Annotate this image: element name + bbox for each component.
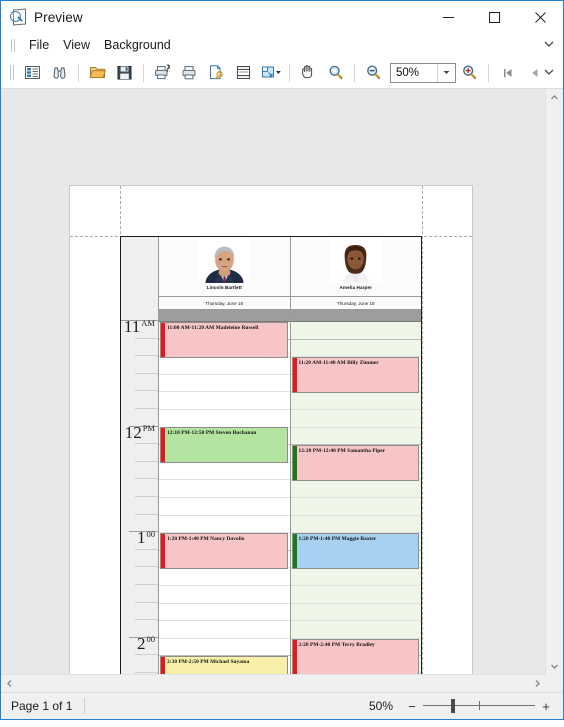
- appointment-label: 1:20 PM-1:40 PM Maggie Baxter: [298, 535, 377, 542]
- appointment-label: 12:20 PM-12:40 PM Samantha Piper: [298, 447, 386, 454]
- portrait-amelia-harper: [329, 239, 383, 283]
- status-divider: [84, 698, 86, 714]
- time-label-11am: 11AM: [123, 317, 155, 336]
- save-floppy-icon[interactable]: [111, 59, 138, 86]
- magnifier-tool-icon[interactable]: [322, 59, 349, 86]
- scroll-left-icon[interactable]: [1, 675, 18, 692]
- margin-guide-right: [422, 186, 423, 692]
- resource-column-amelia-harper: Amelia Harper Thursday, June 18 11:20 AM…: [290, 237, 421, 692]
- resource-date: Thursday, June 18: [290, 297, 421, 310]
- all-day-band: [159, 310, 290, 322]
- page-setup-icon[interactable]: [203, 59, 230, 86]
- zoom-slider-thumb[interactable]: [451, 699, 455, 713]
- schedule-report: 11AM 12PM 100 200 Lincoln Bartlett Thurs…: [120, 236, 422, 692]
- appointment-block[interactable]: 1:20 PM-1:40 PM Maggie Baxter: [291, 533, 419, 569]
- appointment-label: 11:00 AM-11:20 AM Madeleine Russell: [167, 324, 259, 331]
- preview-window: Preview File View Background 50% 11AM 12…: [0, 0, 564, 720]
- portrait-lincoln-bartlett: [197, 239, 251, 283]
- menu-file[interactable]: File: [22, 35, 56, 55]
- time-label-2pm: 200: [137, 633, 155, 653]
- appointment-label: 1:20 PM-1:40 PM Nancy Davolio: [167, 535, 245, 542]
- zoom-slider[interactable]: − +: [405, 699, 553, 714]
- title-bar: Preview: [1, 1, 563, 33]
- menu-drag-handle[interactable]: [11, 38, 15, 52]
- print-dialog-icon[interactable]: [149, 59, 176, 86]
- menu-view[interactable]: View: [56, 35, 97, 55]
- appointment-label: 2:20 PM-2:40 PM Terry Bradley: [298, 641, 375, 648]
- scale-icon[interactable]: [257, 59, 284, 86]
- appointment-block[interactable]: 11:20 AM-11:40 AM Billy Zimmer: [291, 357, 419, 393]
- resource-header: Amelia Harper: [290, 237, 421, 297]
- appointment-block[interactable]: 12:20 PM-12:40 PM Samantha Piper: [291, 445, 419, 481]
- hand-tool-icon[interactable]: [295, 59, 322, 86]
- zoom-slider-midpoint-tick: [479, 701, 480, 710]
- appointment-label: 12:10 PM-12:50 PM Steven Buchanan: [167, 429, 257, 436]
- menu-overflow-chevron-down-icon[interactable]: [543, 37, 555, 55]
- close-button[interactable]: [517, 1, 563, 33]
- horizontal-scrollbar[interactable]: [1, 674, 546, 692]
- window-controls: [425, 1, 563, 33]
- appointment-block[interactable]: 12:10 PM-12:50 PM Steven Buchanan: [160, 427, 288, 463]
- zoom-in-button[interactable]: +: [539, 699, 553, 714]
- menu-background[interactable]: Background: [97, 35, 178, 55]
- all-day-band: [290, 310, 421, 322]
- zoom-percent-label: 50%: [368, 699, 393, 713]
- window-title: Preview: [34, 9, 83, 25]
- open-folder-icon[interactable]: [84, 59, 111, 86]
- vertical-scrollbar[interactable]: [545, 89, 563, 675]
- find-binoculars-icon[interactable]: [46, 59, 73, 86]
- zoom-slider-track[interactable]: [423, 699, 535, 713]
- zoom-out-icon[interactable]: [360, 59, 387, 86]
- toolbar-overflow-chevron-down-icon[interactable]: [543, 65, 555, 83]
- zoom-in-icon[interactable]: [456, 59, 483, 86]
- resource-name: Amelia Harper: [339, 285, 372, 290]
- zoom-combo-box[interactable]: 50%: [390, 62, 456, 83]
- status-bar: Page 1 of 1 50% − +: [1, 692, 563, 719]
- time-label-12pm: 12PM: [124, 422, 155, 442]
- resource-date: Thursday, June 18: [159, 297, 290, 310]
- appointment-grid[interactable]: 11:20 AM-11:40 AM Billy Zimmer 12:20 PM-…: [290, 322, 421, 692]
- scroll-up-icon[interactable]: [546, 89, 563, 106]
- appointment-block[interactable]: 2:20 PM-2:40 PM Terry Bradley: [291, 639, 419, 675]
- resource-column-lincoln-bartlett: Lincoln Bartlett Thursday, June 18 11:00…: [159, 237, 291, 692]
- printed-page: 11AM 12PM 100 200 Lincoln Bartlett Thurs…: [69, 185, 473, 692]
- maximize-button[interactable]: [471, 1, 517, 33]
- scroll-right-icon[interactable]: [529, 675, 546, 692]
- menu-bar: File View Background: [1, 33, 563, 57]
- tool-bar: 50%: [1, 57, 563, 89]
- quick-print-icon[interactable]: [176, 59, 203, 86]
- document-map-icon[interactable]: [19, 59, 46, 86]
- preview-document-icon: [10, 8, 28, 26]
- zoom-combo-value: 50%: [396, 66, 420, 79]
- time-ruler: 11AM 12PM 100 200: [121, 237, 159, 692]
- header-footer-icon[interactable]: [230, 59, 257, 86]
- resource-name: Lincoln Bartlett: [206, 285, 242, 290]
- scrollbar-corner: [546, 675, 563, 692]
- date-text: Thursday, June 18: [205, 300, 244, 306]
- appointment-block[interactable]: 1:20 PM-1:40 PM Nancy Davolio: [160, 533, 288, 569]
- appointment-block[interactable]: 11:00 AM-11:20 AM Madeleine Russell: [160, 322, 288, 358]
- page-indicator: Page 1 of 1: [11, 699, 73, 713]
- first-page-icon[interactable]: [494, 59, 521, 86]
- zoom-out-button[interactable]: −: [405, 699, 419, 714]
- preview-canvas[interactable]: 11AM 12PM 100 200 Lincoln Bartlett Thurs…: [1, 89, 563, 692]
- appointment-grid[interactable]: 11:00 AM-11:20 AM Madeleine Russell 12:1…: [159, 322, 290, 692]
- toolbar-drag-handle[interactable]: [10, 65, 14, 80]
- appointment-label: 11:20 AM-11:40 AM Billy Zimmer: [298, 359, 379, 366]
- minimize-button[interactable]: [425, 1, 471, 33]
- scroll-down-icon[interactable]: [546, 658, 563, 675]
- date-text: Thursday, June 18: [336, 300, 375, 306]
- zoom-combo-chevron-down-icon[interactable]: [437, 63, 455, 82]
- resource-header: Lincoln Bartlett: [159, 237, 290, 297]
- time-label-1pm: 100: [137, 528, 155, 548]
